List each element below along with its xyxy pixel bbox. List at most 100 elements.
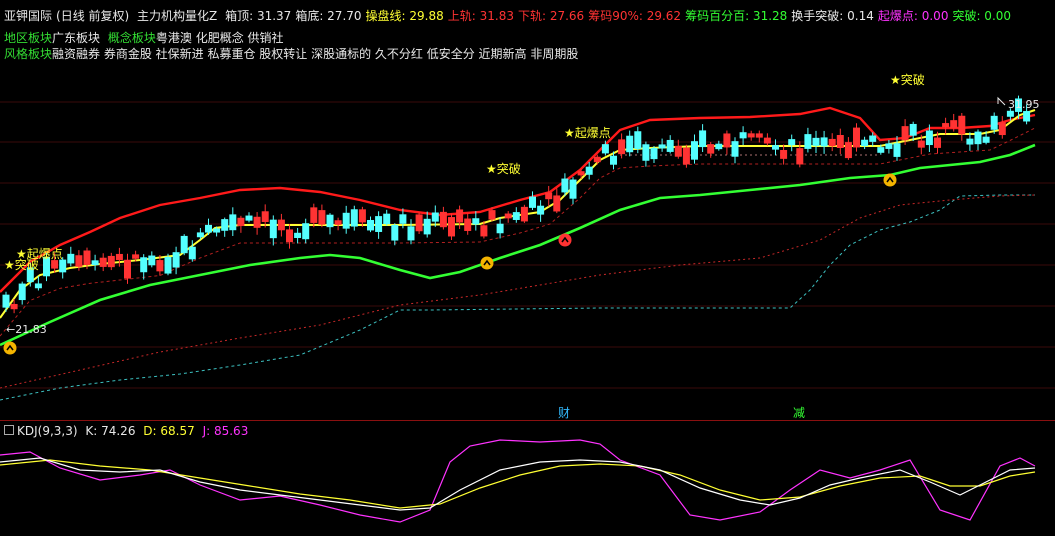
candle-93 [755, 133, 763, 138]
candle-112 [909, 123, 917, 136]
kdj-j-value: J: 85.63 [202, 424, 249, 438]
chip-full-line [0, 194, 1035, 401]
candle-88 [715, 143, 723, 150]
breakout-label-3: ★突破 [890, 72, 925, 87]
candle-70 [569, 179, 577, 199]
candle-76 [618, 139, 626, 155]
candle-97 [788, 139, 796, 146]
signal-up-icon-3 [883, 173, 897, 187]
candle-31 [253, 216, 261, 228]
candle-15 [124, 259, 131, 279]
kdj-k-value: K: 74.26 [85, 424, 136, 438]
candle-110 [893, 143, 901, 157]
candle-29 [237, 217, 245, 227]
candle-108 [877, 147, 885, 153]
candle-119 [966, 138, 974, 145]
candle-120 [974, 131, 982, 145]
candle-58 [472, 218, 480, 225]
candle-44 [358, 209, 366, 223]
candle-26 [213, 228, 221, 233]
ignition-label-2: ★起爆点 [564, 126, 611, 140]
kdj-name[interactable]: KDJ(9,3,3) [17, 424, 78, 438]
candle-50 [407, 226, 415, 241]
candle-9 [75, 255, 83, 267]
candle-85 [691, 141, 698, 160]
candle-106 [861, 139, 869, 147]
candle-75 [610, 155, 617, 165]
kdj-d-line [0, 459, 1036, 509]
candle-13 [107, 255, 115, 268]
candle-12 [99, 257, 107, 267]
candle-123 [998, 122, 1006, 136]
candle-48 [391, 224, 399, 241]
candle-79 [642, 144, 650, 161]
candle-10 [83, 250, 91, 265]
candle-2 [18, 283, 26, 301]
candle-42 [342, 212, 350, 229]
candle-28 [229, 214, 237, 231]
candle-80 [650, 147, 658, 160]
candle-72 [585, 166, 593, 175]
lower-band-line [0, 127, 1036, 337]
candle-59 [480, 225, 488, 237]
candle-89 [723, 133, 731, 148]
kdj-settings-icon[interactable] [4, 425, 14, 435]
candle-51 [415, 214, 423, 232]
candle-77 [626, 135, 634, 153]
candle-34 [277, 219, 285, 231]
candle-17 [140, 257, 148, 273]
candle-73 [593, 156, 601, 163]
candle-68 [553, 195, 561, 212]
signal-buy-icon [558, 233, 572, 247]
candle-102 [828, 138, 836, 147]
candle-87 [707, 144, 715, 154]
candle-55 [448, 217, 455, 237]
candle-32 [261, 211, 269, 223]
candle-52 [423, 218, 431, 235]
candle-57 [464, 218, 472, 231]
candle-27 [221, 219, 229, 231]
candle-96 [780, 149, 788, 159]
candle-62 [504, 213, 512, 219]
candle-23 [188, 246, 196, 260]
candle-38 [310, 207, 318, 223]
candle-8 [67, 253, 75, 264]
candle-71 [577, 171, 585, 176]
candle-0 [2, 294, 10, 308]
candle-100 [812, 137, 820, 146]
signal-up-icon-1 [3, 341, 17, 355]
candle-16 [132, 254, 140, 259]
candle-37 [302, 223, 310, 240]
candle-14 [115, 253, 123, 261]
candle-78 [634, 131, 642, 150]
candle-109 [885, 143, 893, 149]
candle-113 [917, 140, 925, 148]
candle-118 [958, 115, 966, 135]
candle-54 [439, 211, 447, 228]
breakout-label-2: ★突破 [486, 161, 521, 176]
candle-47 [383, 213, 391, 225]
candle-19 [156, 260, 164, 272]
candle-81 [658, 144, 666, 149]
candle-30 [245, 215, 253, 221]
candle-116 [942, 123, 950, 128]
event-marker-finance: 财 [558, 406, 570, 420]
candle-60 [488, 210, 496, 220]
candle-41 [334, 220, 342, 225]
candle-43 [350, 209, 358, 227]
candle-11 [91, 260, 99, 266]
candle-56 [456, 209, 464, 223]
candle-7 [59, 259, 67, 273]
candle-67 [545, 192, 553, 200]
candle-91 [739, 132, 747, 139]
candle-74 [601, 144, 609, 154]
candle-105 [853, 127, 860, 148]
candle-46 [375, 216, 383, 232]
candle-63 [512, 212, 520, 220]
candlestick-chart[interactable]: ★突破★起爆点★突破★起爆点★突破←21.8331.95财减 [0, 0, 1055, 420]
candle-107 [869, 135, 877, 142]
kdj-k-line [0, 457, 1036, 511]
candle-111 [901, 126, 909, 141]
candle-39 [318, 210, 326, 225]
candle-114 [925, 130, 933, 146]
